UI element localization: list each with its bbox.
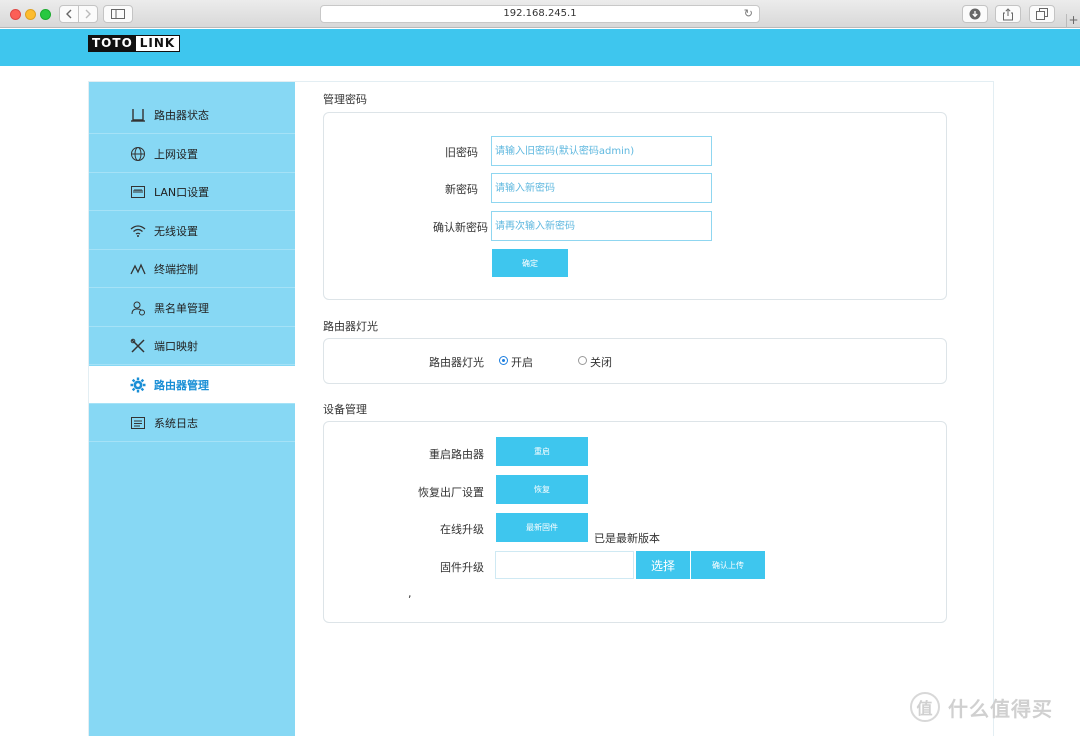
old-password-input[interactable] bbox=[491, 136, 712, 166]
watermark: 值 什么值得买 bbox=[910, 692, 1053, 722]
reload-icon[interactable]: ↻ bbox=[744, 6, 753, 22]
sidebar-item-blacklist[interactable]: 黑名单管理 bbox=[89, 289, 295, 327]
chevron-left-icon bbox=[66, 9, 72, 19]
share-icon bbox=[1003, 7, 1013, 20]
gear-icon bbox=[130, 377, 146, 393]
wifi-icon bbox=[130, 225, 146, 237]
section-title-device: 设备管理 bbox=[323, 403, 367, 416]
chevron-right-icon bbox=[85, 9, 91, 19]
user-block-icon bbox=[131, 301, 145, 316]
new-tab-button[interactable]: + bbox=[1066, 14, 1080, 28]
sidebar-item-label: 上网设置 bbox=[154, 147, 198, 161]
sidebar-item-router-management[interactable]: 路由器管理 bbox=[89, 366, 295, 404]
section-title-password: 管理密码 bbox=[323, 93, 367, 106]
choose-file-button[interactable]: 选择 bbox=[636, 551, 690, 579]
sidebar-item-label: 系统日志 bbox=[154, 416, 198, 430]
activity-icon bbox=[130, 263, 146, 275]
minimize-window-button[interactable] bbox=[25, 9, 36, 20]
firmware-upgrade-label: 固件升级 bbox=[440, 561, 484, 574]
light-on-label[interactable]: 开启 bbox=[511, 354, 533, 370]
log-icon bbox=[131, 417, 145, 429]
close-window-button[interactable] bbox=[10, 9, 21, 20]
sidebar-item-label: 路由器管理 bbox=[154, 378, 209, 392]
confirm-password-button[interactable]: 确定 bbox=[492, 249, 568, 277]
watermark-logo-icon: 值 bbox=[910, 692, 940, 722]
forward-button[interactable] bbox=[78, 5, 98, 23]
sidebar-item-internet-settings[interactable]: 上网设置 bbox=[89, 135, 295, 173]
sidebar-toggle-button[interactable] bbox=[103, 5, 133, 23]
light-label: 路由器灯光 bbox=[429, 356, 484, 369]
brand-logo: TOTO LINK bbox=[88, 35, 181, 52]
sidebar-item-label: 无线设置 bbox=[154, 224, 198, 238]
back-button[interactable] bbox=[59, 5, 79, 23]
url-text: 192.168.245.1 bbox=[503, 8, 577, 19]
site-header: TOTO LINK bbox=[0, 29, 1080, 66]
new-password-input[interactable] bbox=[491, 173, 712, 203]
sidebar-item-terminal-control[interactable]: 终端控制 bbox=[89, 250, 295, 288]
globe-icon bbox=[131, 147, 145, 161]
firmware-file-input[interactable] bbox=[495, 551, 634, 579]
factory-reset-button[interactable]: 恢复 bbox=[496, 475, 588, 504]
factory-reset-label: 恢复出厂设置 bbox=[418, 486, 484, 499]
browser-toolbar: 192.168.245.1 ↻ + bbox=[0, 0, 1080, 28]
sidebar-item-label: 路由器状态 bbox=[154, 108, 209, 122]
sidebar-item-label: 端口映射 bbox=[154, 339, 198, 353]
zoom-window-button[interactable] bbox=[40, 9, 51, 20]
sidebar-item-system-log[interactable]: 系统日志 bbox=[89, 404, 295, 442]
sidebar-item-router-status[interactable]: 路由器状态 bbox=[89, 96, 295, 134]
lan-port-icon bbox=[131, 186, 145, 198]
sidebar-item-wireless-settings[interactable]: 无线设置 bbox=[89, 212, 295, 250]
tools-icon bbox=[130, 338, 145, 353]
sidebar-item-label: 终端控制 bbox=[154, 262, 198, 276]
sidebar-icon bbox=[111, 9, 125, 19]
latest-firmware-button[interactable]: 最新固件 bbox=[496, 513, 588, 542]
download-icon bbox=[969, 8, 981, 20]
sidebar-item-label: 黑名单管理 bbox=[154, 301, 209, 315]
stray-mark: , bbox=[408, 587, 412, 600]
sidebar-item-lan-settings[interactable]: LAN口设置 bbox=[89, 173, 295, 211]
new-password-label: 新密码 bbox=[445, 183, 478, 196]
confirm-password-label: 确认新密码 bbox=[433, 221, 488, 234]
downloads-button[interactable] bbox=[962, 5, 988, 23]
watermark-text: 什么值得买 bbox=[948, 696, 1053, 721]
reboot-button[interactable]: 重启 bbox=[496, 437, 588, 466]
address-bar[interactable]: 192.168.245.1 ↻ bbox=[320, 5, 760, 23]
sidebar-item-port-mapping[interactable]: 端口映射 bbox=[89, 327, 295, 365]
confirm-password-input[interactable] bbox=[491, 211, 712, 241]
upgrade-status-text: 已是最新版本 bbox=[594, 532, 660, 545]
old-password-label: 旧密码 bbox=[445, 146, 478, 159]
tabs-overview-button[interactable] bbox=[1029, 5, 1055, 23]
share-button[interactable] bbox=[995, 5, 1021, 23]
upload-confirm-button[interactable]: 确认上传 bbox=[691, 551, 765, 579]
light-off-radio[interactable] bbox=[578, 356, 587, 365]
tabs-icon bbox=[1036, 8, 1048, 20]
reboot-label: 重启路由器 bbox=[429, 448, 484, 461]
section-title-light: 路由器灯光 bbox=[323, 320, 378, 333]
light-off-label[interactable]: 关闭 bbox=[590, 354, 612, 370]
online-upgrade-label: 在线升级 bbox=[440, 523, 484, 536]
sidebar-item-label: LAN口设置 bbox=[154, 185, 210, 199]
light-on-radio[interactable] bbox=[499, 356, 508, 365]
sidebar: 路由器状态 上网设置 LAN口设置 无线设置 终端控制 黑名单管理 端口映射 路… bbox=[89, 82, 295, 736]
router-icon bbox=[131, 109, 145, 122]
